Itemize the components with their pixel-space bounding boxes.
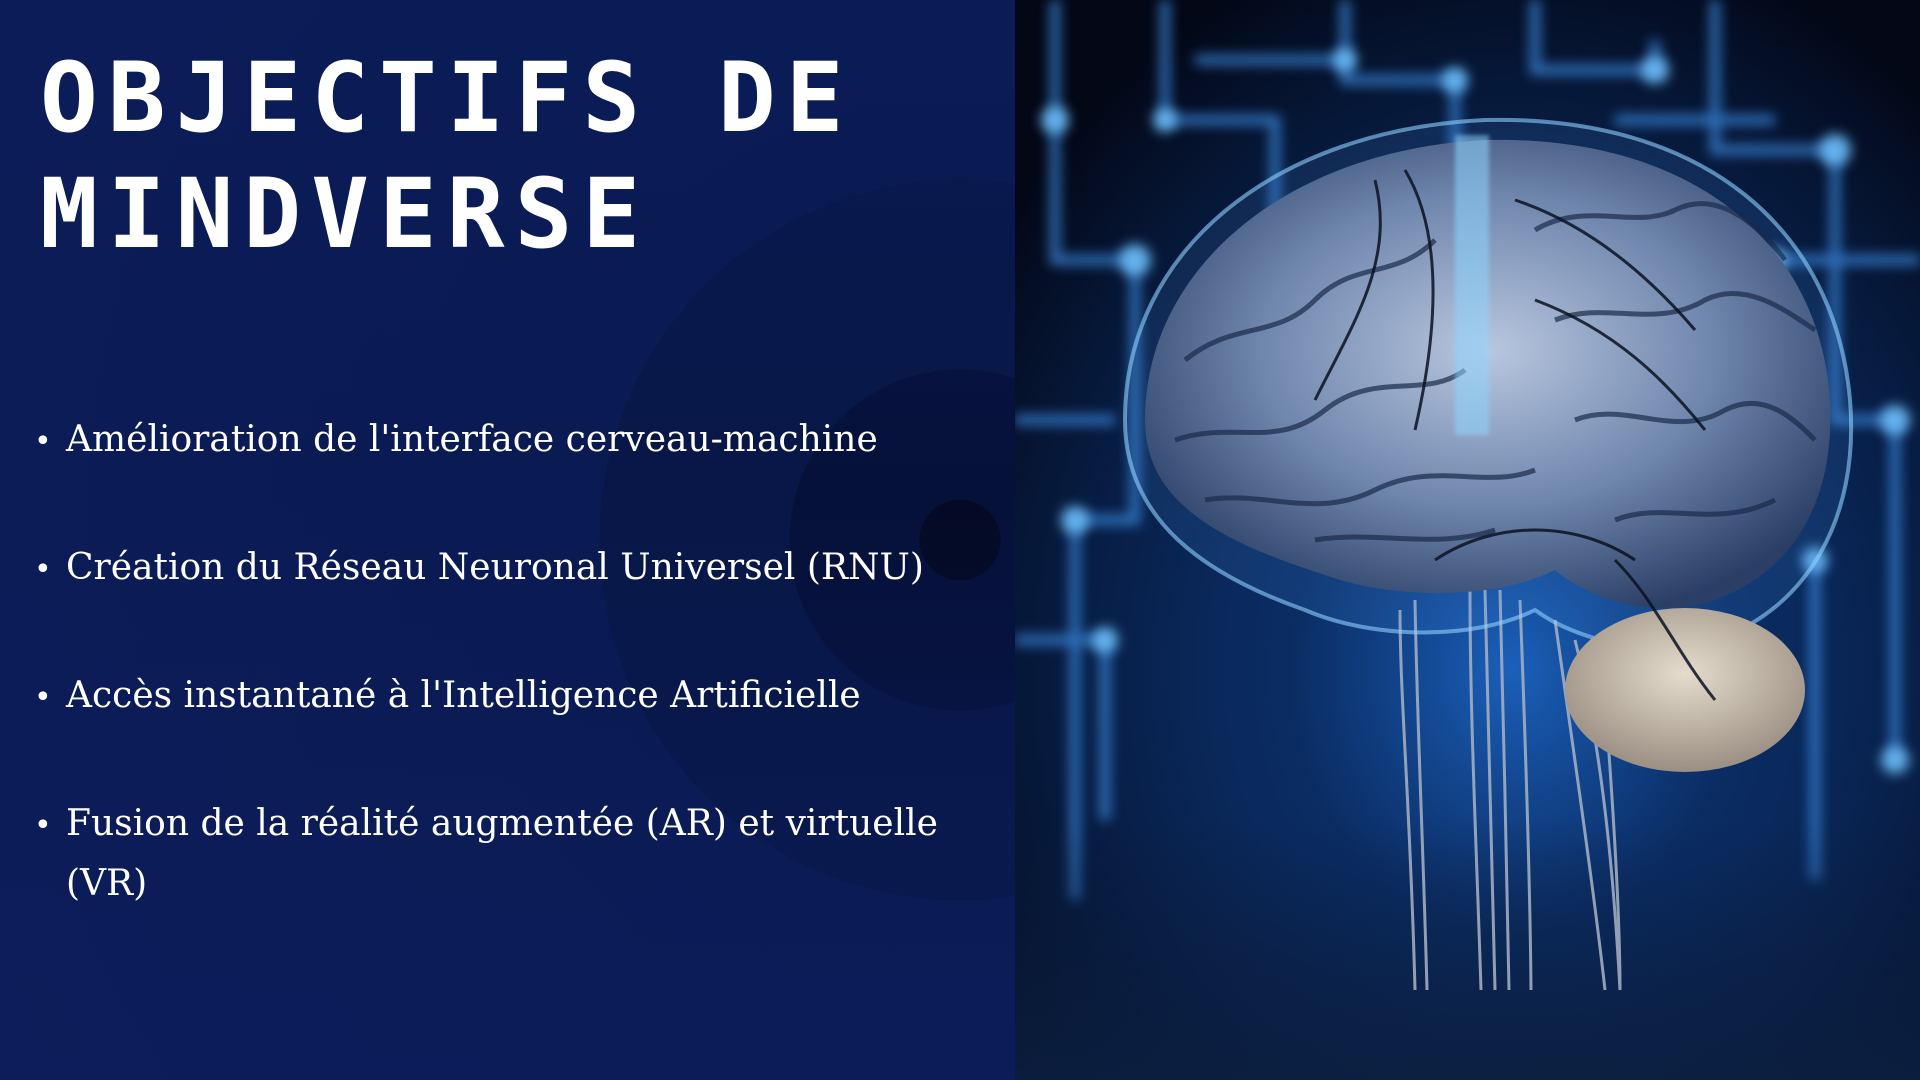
text-panel: OBJECTIFS DE MINDVERSE • Amélioration de… <box>0 0 1015 1080</box>
brain-illustration <box>1015 0 1920 1080</box>
bullet-icon: • <box>34 552 52 587</box>
bullet-icon: • <box>34 424 52 459</box>
slide: OBJECTIFS DE MINDVERSE • Amélioration de… <box>0 0 1920 1080</box>
bullet-icon: • <box>34 680 52 715</box>
objective-text: Création du Réseau Neuronal Universel (R… <box>66 547 924 588</box>
slide-title: OBJECTIFS DE MINDVERSE <box>40 42 854 270</box>
objectives-list: • Amélioration de l'interface cerveau-ma… <box>34 410 994 922</box>
objective-text: Accès instantané à l'Intelligence Artifi… <box>66 675 861 716</box>
list-item: • Amélioration de l'interface cerveau-ma… <box>34 410 994 538</box>
bullet-icon: • <box>34 808 52 843</box>
brain-image <box>1015 0 1920 1080</box>
objective-text: Amélioration de l'interface cerveau-mach… <box>66 419 878 460</box>
list-item: • Création du Réseau Neuronal Universel … <box>34 538 994 666</box>
brain-cerebellum <box>1565 608 1805 772</box>
list-item: • Fusion de la réalité augmentée (AR) et… <box>34 794 994 922</box>
objective-text: Fusion de la réalité augmentée (AR) et v… <box>66 803 938 904</box>
center-channel <box>1455 135 1489 435</box>
floor-reflection <box>1015 820 1920 1080</box>
list-item: • Accès instantané à l'Intelligence Arti… <box>34 666 994 794</box>
